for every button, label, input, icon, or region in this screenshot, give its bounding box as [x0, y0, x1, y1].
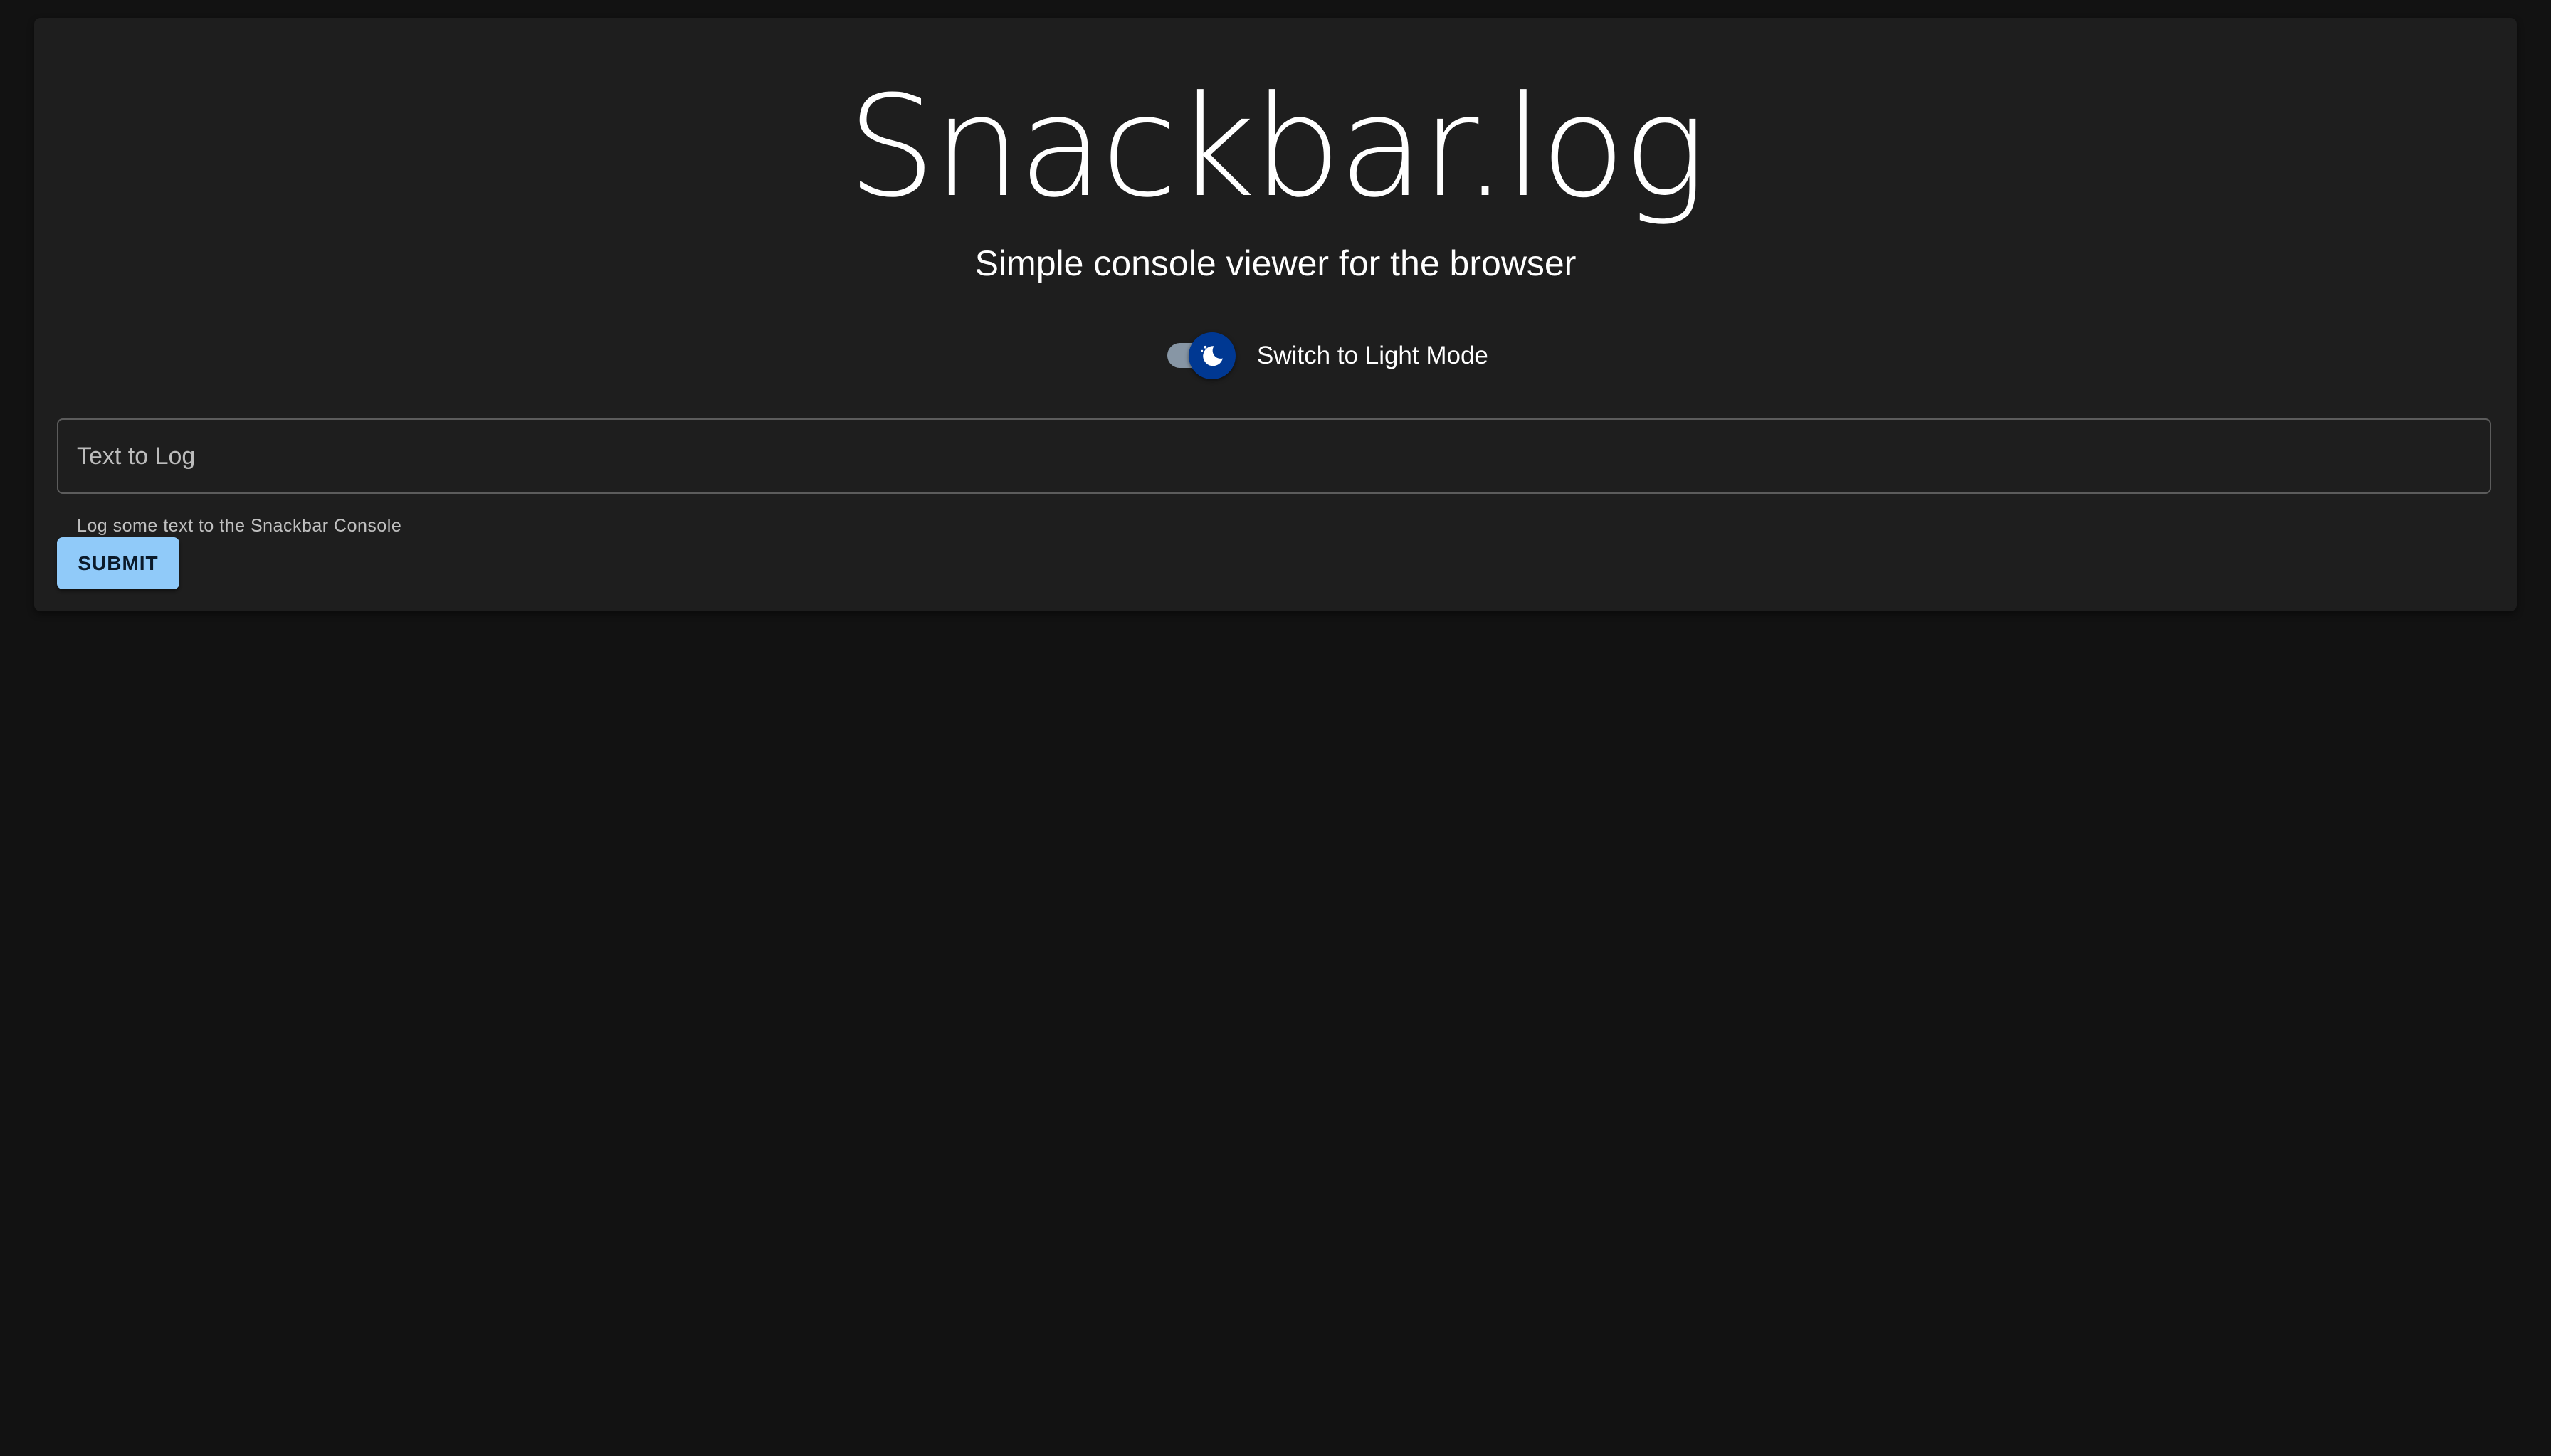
submit-button[interactable]: SUBMIT — [57, 537, 179, 589]
page-title: Snackbar.log — [847, 66, 1706, 228]
moon-icon — [1201, 345, 1223, 366]
main-card: Snackbar.log Simple console viewer for t… — [34, 18, 2517, 611]
page-subtitle: Simple console viewer for the browser — [974, 243, 1577, 283]
input-helper-text: Log some text to the Snackbar Console — [77, 516, 402, 536]
theme-switch[interactable] — [1166, 331, 1237, 381]
text-to-log-input[interactable] — [57, 418, 2491, 494]
theme-switch-label: Switch to Light Mode — [1257, 342, 1488, 369]
theme-toggle-row: Switch to Light Mode — [1166, 331, 1488, 381]
switch-thumb[interactable] — [1189, 332, 1236, 379]
